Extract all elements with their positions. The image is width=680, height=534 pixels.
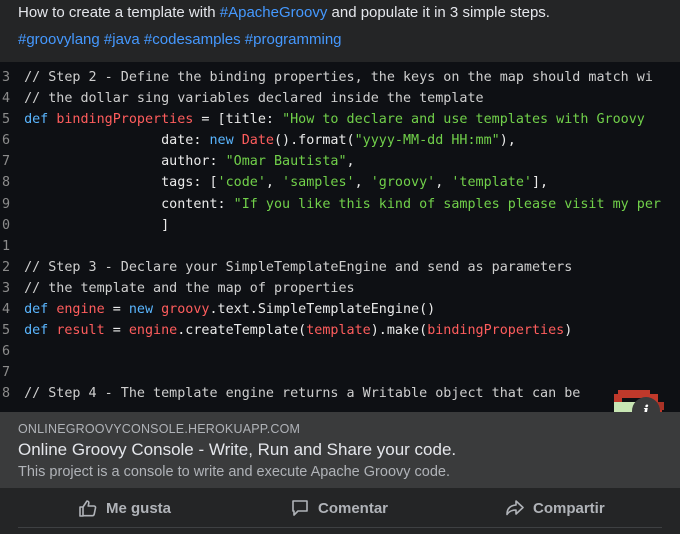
code-token: result	[56, 323, 105, 339]
code-token: .createTemplate(	[177, 323, 307, 339]
code-line: 2 // Step 3 - Declare your SimpleTemplat…	[2, 257, 661, 278]
code-line: 7 author: "Omar Bautista",	[2, 151, 661, 172]
line-number: 6	[2, 344, 11, 360]
code-token: =	[104, 302, 129, 318]
code-token: ,	[265, 175, 283, 191]
code-token: "Omar Bautista"	[225, 154, 347, 170]
code-line: 5 def result = engine.createTemplate(tem…	[2, 320, 661, 341]
line-number: 3	[2, 280, 11, 296]
code-token: ,	[435, 175, 452, 191]
code-line: 6	[2, 341, 661, 362]
hashtag-apachegroovy[interactable]: #ApacheGroovy	[220, 4, 328, 21]
code-token: new	[209, 133, 242, 149]
comment-icon	[292, 500, 308, 516]
code-token: "yyyy-MM-dd HH:mm"	[354, 133, 500, 149]
code-token: 'code'	[217, 175, 266, 191]
code-token: 'template'	[451, 175, 532, 191]
link-title[interactable]: Online Groovy Console - Write, Run and S…	[18, 440, 456, 460]
code-line: 8 // Step 4 - The template engine return…	[2, 383, 661, 404]
code-token: // Step 2 - Define the binding propertie…	[24, 70, 653, 85]
code-token: ().format(	[274, 133, 355, 149]
code-line: 8 tags: ['code', 'samples', 'groovy', 't…	[2, 172, 661, 193]
line-number: 8	[2, 175, 11, 191]
code-line: 0 ]	[2, 215, 661, 236]
line-number: 4	[2, 302, 11, 318]
code-token: "If you like this kind of samples please…	[233, 196, 661, 212]
code-token: )	[564, 323, 573, 339]
like-button[interactable]: Me gusta	[78, 488, 171, 528]
code-line: 1	[2, 236, 661, 257]
code-line: 4 // the dollar sing variables declared …	[2, 88, 661, 109]
comment-button[interactable]: Comentar	[290, 488, 388, 528]
line-number: 9	[2, 196, 11, 212]
post-text-suffix: and populate it in 3 simple steps.	[327, 4, 550, 21]
share-label: Compartir	[533, 499, 605, 517]
code-token: date:	[24, 133, 210, 149]
code-token: def	[24, 112, 57, 128]
line-number: 0	[2, 217, 11, 233]
line-number: 7	[2, 154, 11, 170]
code-token: // Step 4 - The template engine returns …	[24, 386, 581, 402]
code-block: 3 // Step 2 - Define the binding propert…	[2, 67, 661, 405]
code-token: ],	[531, 175, 549, 191]
code-line: 6 date: new Date().format("yyyy-MM-dd HH…	[2, 130, 661, 151]
code-token: ]	[24, 217, 170, 233]
like-label: Me gusta	[106, 499, 172, 517]
link-preview-card[interactable]: ONLINEGROOVYCONSOLE.HEROKUAPP.COM Online…	[0, 412, 680, 488]
code-token: .text.SimpleTemplateEngine()	[209, 302, 436, 318]
code-screenshot-image[interactable]: 3 // Step 2 - Define the binding propert…	[0, 62, 680, 412]
code-line: 5 def bindingProperties = [title: "How t…	[2, 109, 661, 130]
code-line: 4 def engine = new groovy.text.SimpleTem…	[2, 299, 661, 320]
code-token: ,	[346, 154, 355, 170]
code-line: 3 // Step 2 - Define the binding propert…	[2, 67, 661, 88]
code-token: content:	[24, 196, 234, 212]
code-token: engine	[56, 302, 105, 318]
code-token: // the dollar sing variables declared in…	[24, 91, 484, 107]
code-line: 3 // the template and the map of propert…	[2, 278, 661, 299]
code-token: = [title:	[193, 112, 283, 128]
code-token: bindingProperties	[427, 323, 565, 339]
code-token: ,	[354, 175, 371, 191]
code-token: // the template and the map of propertie…	[24, 280, 355, 296]
code-token: template	[306, 323, 371, 339]
code-token: ).make(	[370, 323, 428, 339]
link-description: This project is a console to write and e…	[18, 464, 451, 480]
code-token: groovy	[161, 302, 210, 318]
code-line: 7	[2, 362, 661, 383]
code-token: ),	[499, 133, 516, 149]
thumbs-up-icon	[79, 500, 97, 517]
code-token: def	[24, 302, 57, 318]
post-actions-bar: Me gusta Comentar Compartir	[0, 488, 680, 528]
code-token: // Step 3 - Declare your SimpleTemplateE…	[24, 259, 573, 275]
comment-label: Comentar	[318, 499, 389, 517]
line-number: 8	[2, 386, 11, 402]
code-token: engine	[128, 323, 178, 339]
link-domain: ONLINEGROOVYCONSOLE.HEROKUAPP.COM	[18, 422, 301, 436]
line-number: 6	[2, 133, 11, 149]
code-line: 9 content: "If you like this kind of sam…	[2, 194, 661, 215]
code-token: 'groovy'	[370, 175, 436, 191]
post-text-prefix: How to create a template with	[18, 4, 220, 21]
divider	[18, 527, 662, 528]
share-icon	[506, 500, 524, 516]
share-button[interactable]: Compartir	[505, 488, 605, 528]
line-number: 7	[2, 365, 11, 381]
code-token: Date	[241, 133, 274, 149]
code-token: =	[104, 323, 129, 339]
code-token: author:	[24, 154, 226, 170]
code-token: "How to declare and use templates with G…	[282, 112, 645, 128]
code-token: tags: [	[24, 175, 218, 191]
code-token: def	[24, 323, 57, 339]
line-number: 2	[2, 259, 11, 275]
code-token: bindingProperties	[56, 112, 194, 128]
line-number: 1	[2, 238, 11, 254]
line-number: 3	[2, 70, 11, 85]
line-number: 5	[2, 323, 11, 339]
code-token: 'samples'	[282, 175, 355, 191]
post-text: How to create a template with #ApacheGro…	[18, 2, 550, 24]
line-number: 4	[2, 91, 11, 107]
code-token: new	[128, 302, 162, 318]
line-number: 5	[2, 112, 11, 128]
post-hashtags[interactable]: #groovylang #java #codesamples #programm…	[18, 29, 342, 51]
